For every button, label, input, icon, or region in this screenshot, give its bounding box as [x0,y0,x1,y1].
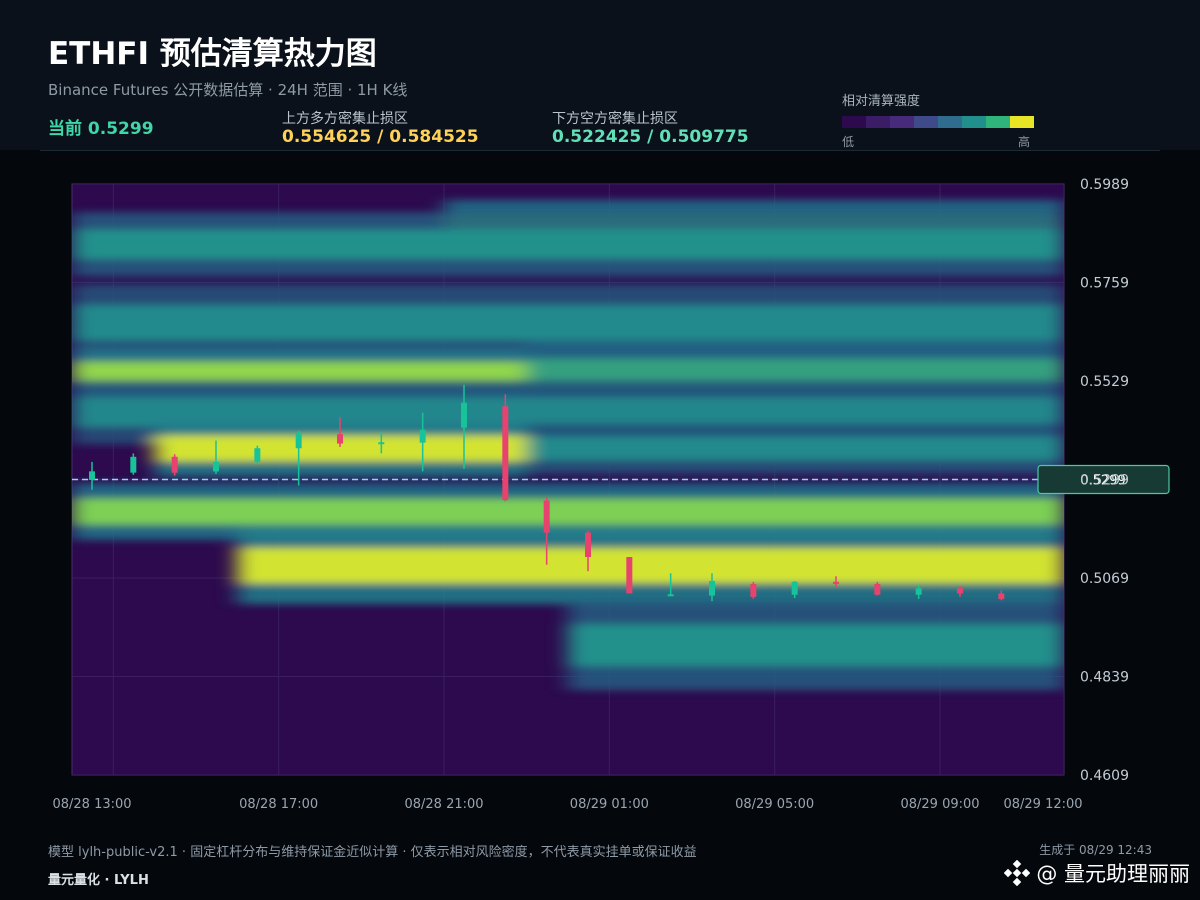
candle-body [667,594,674,597]
heat-band [526,436,1064,461]
candle-body [585,532,591,558]
candle-body [833,581,839,584]
candle-body [213,461,219,472]
y-tick-label: 0.5299 [1080,473,1129,489]
candle-body [502,406,509,501]
heat-band [72,229,1064,260]
x-tick-label: 08/29 01:00 [570,797,649,812]
x-tick-label: 08/28 13:00 [52,797,131,812]
x-tick-label: 08/29 12:00 [1003,797,1082,812]
x-tick-label: 08/29 05:00 [735,797,814,812]
candle-body [89,471,95,480]
candle [254,445,261,465]
footer-brand: 量元量化 · LYLH [48,873,149,888]
heat-band [72,304,1064,341]
y-tick-label: 0.5529 [1080,374,1129,390]
x-tick-label: 08/29 09:00 [900,797,979,812]
candle-body [130,456,137,473]
y-tick-label: 0.5069 [1080,571,1129,587]
candle [502,394,509,502]
heat-band [237,547,1064,584]
candle-body [957,588,963,594]
candle-body [626,557,633,594]
generated-timestamp: 生成于 08/29 12:43 [1039,843,1152,857]
y-tick-label: 0.4609 [1080,768,1129,784]
candle-body [543,500,550,533]
x-tick-label: 08/28 17:00 [239,797,318,812]
watermark-text: @ 量元助理丽丽 [1036,862,1190,886]
candle-body [998,593,1005,599]
candle-body [419,429,426,443]
heat-band [568,624,1064,667]
heatmap-chart: 0.5299 0.59890.57590.55290.52990.50690.4… [52,177,1170,812]
watermark: @ 量元助理丽丽 [1004,858,1190,888]
candle-body [750,583,757,597]
y-tick-label: 0.5989 [1080,177,1129,193]
diamond-logo-icon [1004,860,1031,886]
candle-body [378,442,385,445]
candle [626,557,633,594]
candle-body [461,402,467,428]
y-tick-label: 0.4839 [1080,670,1129,686]
candle-body [915,588,922,595]
candle-body [254,448,261,462]
candle-body [709,580,715,596]
candle-body [337,434,343,444]
candle-body [295,432,302,449]
candle [171,454,178,476]
candle-body [791,581,798,595]
candle-body [874,583,881,595]
y-tick-label: 0.5759 [1080,276,1129,292]
candle-body [171,456,178,473]
heat-band [72,498,1064,525]
candle [750,581,757,599]
x-tick-label: 08/28 21:00 [404,797,483,812]
footer-note: 模型 lylh-public-v2.1 · 固定杠杆分布与维持保证金近似计算 ·… [48,845,697,860]
